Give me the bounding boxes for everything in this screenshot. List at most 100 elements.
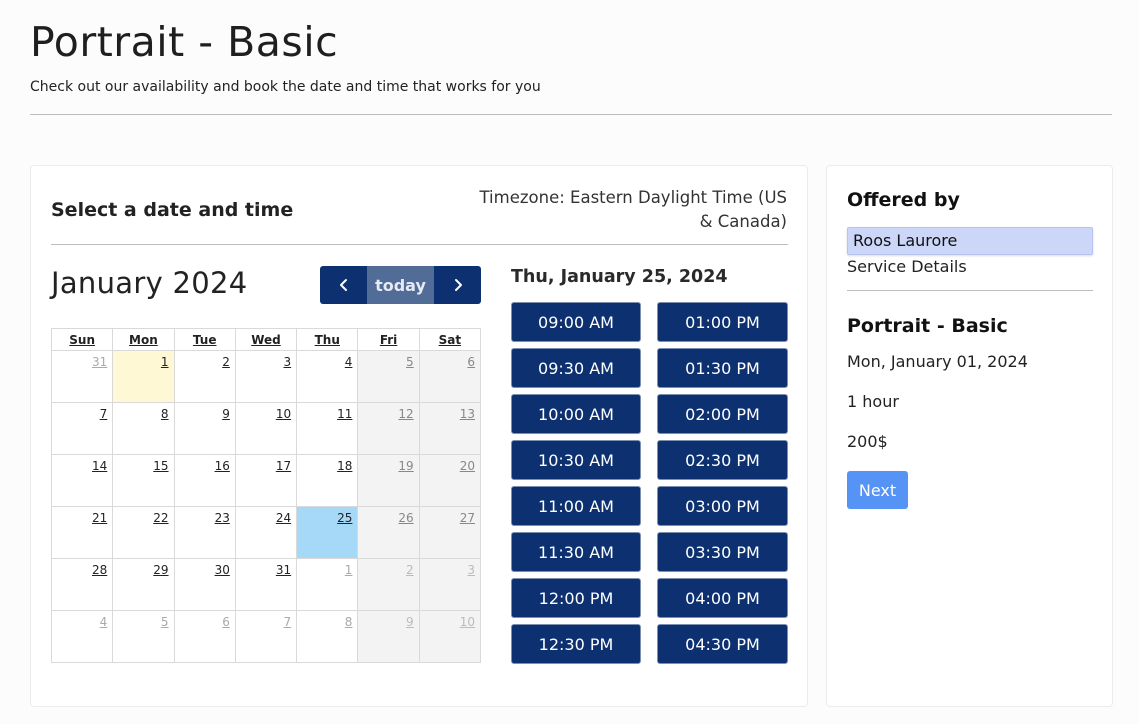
calendar-day-outside-month[interactable]: 31 [50, 350, 114, 403]
calendar-day[interactable]: 23 [173, 506, 236, 559]
calendar-day-number: 11 [337, 407, 353, 421]
calendar-day[interactable]: 16 [173, 454, 236, 507]
calendar-day[interactable]: 14 [50, 454, 114, 507]
calendar-day-number: 6 [222, 615, 230, 629]
page-subtitle: Check out our availability and book the … [30, 79, 541, 95]
booking-divider [51, 244, 788, 245]
today-button[interactable]: today [367, 266, 434, 304]
time-slot-button[interactable]: 02:30 PM [657, 440, 788, 480]
time-slot-button[interactable]: 12:30 PM [511, 624, 641, 664]
calendar-week-row: 4 5 6 7 8 9 10 [50, 610, 482, 663]
time-slot-button[interactable]: 01:00 PM [657, 302, 788, 342]
calendar-day-number: 7 [283, 615, 292, 629]
calendar-day-outside-month[interactable]: 7 [234, 610, 298, 663]
calendar-day[interactable]: 19 [357, 454, 420, 507]
calendar-day-number: 1 [160, 355, 169, 369]
next-button[interactable]: Next [847, 471, 908, 509]
timezone-label: Timezone: Eastern Daylight Time (US & Ca… [479, 188, 787, 231]
calendar-day[interactable]: 27 [418, 506, 482, 559]
prev-month-button[interactable] [320, 266, 367, 304]
calendar-day[interactable]: 22 [112, 506, 175, 559]
calendar-day-number: 4 [99, 615, 108, 629]
calendar-day[interactable]: 31 [234, 558, 298, 611]
calendar-day-number: 3 [283, 355, 292, 369]
calendar-day[interactable]: 8 [112, 402, 175, 455]
calendar-day[interactable]: 7 [50, 402, 114, 455]
service-name: Portrait - Basic [847, 315, 1008, 337]
calendar-day[interactable]: 2 [173, 350, 236, 403]
calendar-day[interactable]: 3 [234, 350, 298, 403]
calendar-day-number: 10 [275, 407, 292, 421]
service-price: 200$ [847, 432, 888, 451]
weekday-header: Mon [112, 328, 175, 351]
calendar-day-number: 12 [398, 407, 414, 421]
time-slot-button[interactable]: 10:30 AM [511, 440, 641, 480]
calendar-day[interactable]: 10 [234, 402, 298, 455]
calendar-day-number: 31 [275, 563, 292, 577]
calendar-month-title: January 2024 [51, 266, 248, 300]
calendar-day-outside-month[interactable]: 8 [296, 610, 359, 663]
calendar-day-number: 8 [344, 615, 353, 629]
time-slot-button[interactable]: 09:00 AM [511, 302, 641, 342]
calendar-day[interactable]: 20 [418, 454, 482, 507]
calendar-day-number: 1 [344, 563, 353, 577]
calendar-day-outside-month[interactable]: 5 [112, 610, 175, 663]
service-details-label: Service Details [847, 257, 967, 276]
calendar-day[interactable]: 24 [234, 506, 298, 559]
calendar-day[interactable]: 4 [296, 350, 359, 403]
weekday-header: Sun [50, 328, 114, 351]
calendar-day[interactable]: 26 [357, 506, 420, 559]
time-slot-button[interactable]: 03:00 PM [657, 486, 788, 526]
calendar-day-outside-month[interactable]: 6 [173, 610, 236, 663]
calendar-day[interactable]: 21 [50, 506, 114, 559]
calendar-day[interactable]: 5 [357, 350, 420, 403]
time-slot-button[interactable]: 12:00 PM [511, 578, 641, 618]
calendar-day-number: 9 [406, 615, 414, 629]
calendar-day-number: 10 [459, 615, 475, 629]
chevron-right-icon [454, 279, 462, 291]
time-slot-button[interactable]: 04:00 PM [657, 578, 788, 618]
calendar-day-number: 15 [153, 459, 169, 473]
calendar-day[interactable]: 12 [357, 402, 420, 455]
calendar-day-number: 18 [337, 459, 353, 473]
weekday-header: Wed [234, 328, 298, 351]
provider-option[interactable]: Roos Laurore [847, 227, 1093, 255]
time-slot-button[interactable]: 09:30 AM [511, 348, 641, 388]
calendar-day-number: 29 [153, 563, 169, 577]
calendar-day[interactable]: 25 [296, 506, 359, 559]
time-slot-button[interactable]: 02:00 PM [657, 394, 788, 434]
next-month-button[interactable] [434, 266, 481, 304]
time-slot-button[interactable]: 11:00 AM [511, 486, 641, 526]
time-slot-button[interactable]: 04:30 PM [657, 624, 788, 664]
calendar-day[interactable]: 11 [296, 402, 359, 455]
calendar-grid: Sun Mon Tue Wed Thu Fri Sat 31 1 2 3 4 5 6 7 8 9 1… [50, 328, 482, 663]
calendar-day[interactable]: 17 [234, 454, 298, 507]
calendar-day[interactable]: 18 [296, 454, 359, 507]
calendar-day[interactable]: 13 [418, 402, 482, 455]
time-slot-button[interactable]: 03:30 PM [657, 532, 788, 572]
time-slot-button[interactable]: 01:30 PM [657, 348, 788, 388]
calendar-day-outside-month[interactable]: 2 [357, 558, 420, 611]
calendar-day-number: 30 [214, 563, 230, 577]
calendar-day[interactable]: 29 [112, 558, 175, 611]
calendar-day-outside-month[interactable]: 3 [418, 558, 482, 611]
calendar-day[interactable]: 6 [418, 350, 482, 403]
calendar-day[interactable]: 1 [112, 350, 175, 403]
calendar-week-row: 31 1 2 3 4 5 6 [50, 350, 482, 403]
time-slot-button[interactable]: 10:00 AM [511, 394, 641, 434]
calendar-day[interactable]: 28 [50, 558, 114, 611]
calendar-day-number: 16 [214, 459, 230, 473]
calendar-day[interactable]: 15 [112, 454, 175, 507]
calendar-day-number: 2 [406, 563, 414, 577]
booking-card: Select a date and time Timezone: Eastern… [30, 165, 808, 707]
time-slot-button[interactable]: 11:30 AM [511, 532, 641, 572]
calendar-day-number: 17 [275, 459, 292, 473]
calendar-day[interactable]: 30 [173, 558, 236, 611]
weekday-header: Fri [357, 328, 420, 351]
calendar-day-outside-month[interactable]: 4 [50, 610, 114, 663]
calendar-day-outside-month[interactable]: 10 [418, 610, 482, 663]
calendar-day-outside-month[interactable]: 1 [296, 558, 359, 611]
calendar-day[interactable]: 9 [173, 402, 236, 455]
selected-date-heading: Thu, January 25, 2024 [511, 267, 728, 287]
calendar-day-outside-month[interactable]: 9 [357, 610, 420, 663]
